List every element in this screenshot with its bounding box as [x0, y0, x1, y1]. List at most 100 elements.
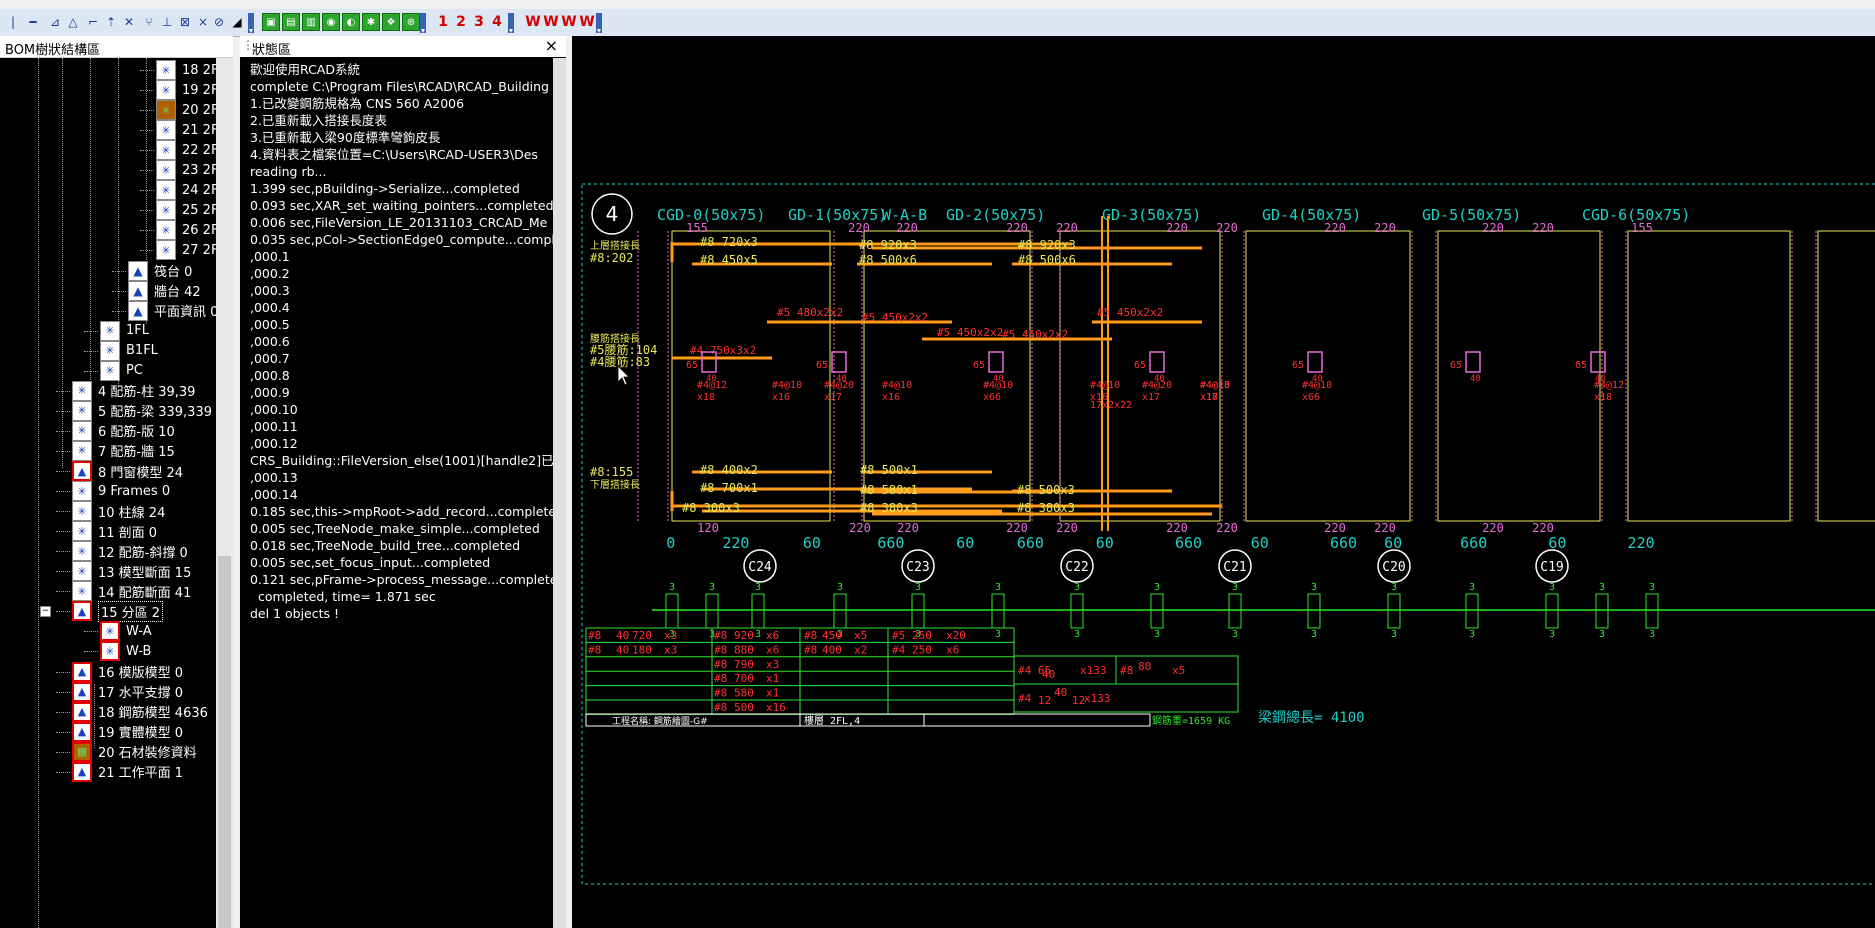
tree-item[interactable]: ▲ 17 水平支撐 0 — [72, 681, 183, 703]
w-button-4[interactable]: W — [578, 13, 596, 31]
tree-item[interactable]: ✳ 4 配筋-柱 39,39 — [72, 380, 195, 402]
tree-item[interactable]: ✳ 19 2Fl — [156, 79, 216, 101]
dimension-tick — [1545, 593, 1559, 629]
table-cell: #8 — [804, 643, 817, 656]
table-cell: 180 — [632, 643, 652, 656]
green-tool-2-icon[interactable]: ▤ — [282, 13, 300, 31]
toolbar-grip[interactable] — [596, 13, 602, 33]
w-button-2[interactable]: W — [542, 13, 560, 31]
span-dimension: 660 — [1460, 534, 1487, 552]
toolbar-grip[interactable] — [420, 13, 426, 33]
node-icon: ✳ — [72, 561, 92, 582]
tree-item[interactable]: ✳ 13 模型斷面 15 — [72, 560, 191, 582]
line-tool-icon[interactable]: | — [4, 13, 22, 31]
tree-item[interactable]: ✳ 11 剖面 0 — [72, 520, 157, 542]
dimension-tick-label: 3 — [709, 582, 715, 593]
table-cell: 40 — [616, 643, 629, 656]
tree-item[interactable]: ✳ 10 柱線 24 — [72, 500, 165, 522]
tree-item[interactable]: ✳ 7 配筋-牆 15 — [72, 440, 175, 462]
w-button-3[interactable]: W — [560, 13, 578, 31]
bom-tree[interactable]: ✳ 18 2Fl ✳ 19 2Fl ✳ 20 2Fl ✳ 21 2Fl ✳ 22 2Fl ✳ 23 2… — [0, 58, 216, 928]
pin-tool-icon[interactable]: ⊥ — [158, 13, 176, 31]
tree-item[interactable]: ✳ PC — [100, 360, 143, 382]
number-button-4[interactable]: 4 — [488, 13, 506, 31]
tree-item[interactable]: ✳ 22 2Fl — [156, 139, 216, 161]
tree-item[interactable]: ✳ 14 配筋斷面 41 — [72, 580, 191, 602]
dimension-tick-label: 3 — [1599, 629, 1605, 640]
triangle-tool-icon[interactable]: △ — [64, 13, 82, 31]
drawing-canvas[interactable]: 4 CGD-0(50x75) GD-1(50x75) W-A-B GD-2(50x75)… — [572, 36, 1875, 928]
tree-item[interactable]: ▲ 筏台 0 — [128, 260, 192, 282]
tree-item[interactable]: ✳ 26 2Fl — [156, 219, 216, 241]
dimension-tick — [1465, 593, 1479, 629]
tree-item[interactable]: ✳ 24 2Fl — [156, 179, 216, 201]
number-button-1[interactable]: 1 — [434, 13, 452, 31]
tree-item[interactable]: ✳ W-B — [100, 640, 151, 662]
toolbar-grip[interactable] — [248, 13, 254, 33]
tree-item[interactable]: ▲ 18 鋼筋模型 4636 — [72, 701, 208, 723]
tree-item[interactable]: ✳ 21 2Fl — [156, 119, 216, 141]
tree-item-label: 21 2Fl — [182, 122, 216, 138]
tree-item[interactable]: ✳ 23 2Fl — [156, 159, 216, 181]
tree-guide-line — [140, 70, 154, 71]
tree-item[interactable]: ✳ 25 2Fl — [156, 199, 216, 221]
bom-scrollbar-thumb[interactable] — [218, 556, 231, 928]
tree-item[interactable]: ▲ 19 實體模型 0 — [72, 721, 183, 743]
arrow-tool-icon[interactable]: ⇡ — [102, 13, 120, 31]
tree-item[interactable]: ✳ W-A — [100, 620, 152, 642]
cross-tool-icon[interactable]: ✕ — [120, 13, 138, 31]
close-icon[interactable]: × — [545, 36, 558, 55]
fill-triangle-icon[interactable]: ◢ — [228, 13, 246, 31]
number-button-3[interactable]: 3 — [470, 13, 488, 31]
top-rebar-label: #8 920x3 — [859, 238, 917, 252]
tree-item[interactable]: ✳ 18 2Fl — [156, 59, 216, 81]
status-log-line: 1.399 sec,pBuilding->Serialize...complet… — [250, 181, 520, 196]
corner-tool-icon[interactable]: ⌐ — [84, 13, 102, 31]
w-button-1[interactable]: W — [524, 13, 542, 31]
green-tool-3-icon[interactable]: ▥ — [302, 13, 320, 31]
tree-item[interactable]: ▲ 牆台 42 — [128, 280, 201, 302]
green-tool-4-icon[interactable]: ◉ — [322, 13, 340, 31]
tree-item[interactable]: ✳ 27 2Fl — [156, 239, 216, 261]
hline-tool-icon[interactable]: ━ — [24, 13, 42, 31]
lock-tool-icon[interactable]: ⊘ — [210, 13, 228, 31]
bottom-dimension: 220 — [1006, 521, 1028, 535]
drawing-svg[interactable]: 4 CGD-0(50x75) GD-1(50x75)W-A-B GD-2(50x75)… — [572, 36, 1875, 928]
green-tool-6-icon[interactable]: ✱ — [362, 13, 380, 31]
collapse-icon[interactable]: − — [40, 606, 51, 618]
dimension-tick-label: 3 — [1154, 582, 1160, 593]
tree-item[interactable]: ✳ 5 配筋-梁 339,339 — [72, 400, 212, 422]
green-tool-1-icon[interactable]: ▣ — [262, 13, 280, 31]
tree-item[interactable]: ✳ 20 2Fl — [156, 99, 216, 121]
tree-item[interactable]: ▲ 15 分區 2 — [72, 600, 164, 622]
toolbar-grip[interactable] — [508, 13, 514, 33]
number-button-2[interactable]: 2 — [452, 13, 470, 31]
status-scrollbar[interactable] — [553, 58, 566, 928]
green-tool-7-icon[interactable]: ❖ — [382, 13, 400, 31]
stirrup-spacing-label: x16 — [882, 392, 900, 403]
box-cross-tool-icon[interactable]: ⊠ — [176, 13, 194, 31]
bottom-dimension: 220 — [1374, 521, 1396, 535]
tree-item[interactable]: ✳ B1FL — [100, 340, 158, 362]
dimension-tick-label: 3 — [915, 582, 921, 593]
tree-item[interactable]: ✳ 6 配筋-版 10 — [72, 420, 175, 442]
green-tool-8-icon[interactable]: ⊕ — [402, 13, 420, 31]
angle-tool-icon[interactable]: ⊿ — [46, 13, 64, 31]
bottom-dimension: 220 — [1056, 521, 1078, 535]
table-cell: 720 — [632, 629, 652, 642]
tree-item[interactable]: ✳ 12 配筋-斜撐 0 — [72, 540, 188, 562]
bottom-rebar-label: #8 580x1 — [860, 483, 918, 497]
tree-item[interactable]: ▲ 8 門窗模型 24 — [72, 460, 183, 482]
green-tool-5-icon[interactable]: ◐ — [342, 13, 360, 31]
tree-item[interactable]: ▲ 21 工作平面 1 — [72, 761, 183, 783]
fork-tool-icon[interactable]: ⑂ — [140, 13, 158, 31]
tree-item[interactable]: ✳ 1FL — [100, 320, 149, 342]
bottom-dimension: 220 — [1166, 521, 1188, 535]
tree-item[interactable]: ▦ 20 石材裝修資料 — [72, 741, 197, 763]
tree-item[interactable]: ✳ 9 Frames 0 — [72, 480, 170, 502]
tree-item[interactable]: ▲ 平面資訊 0 — [128, 300, 216, 322]
total-length: 梁鋼總長= 4100 — [1258, 709, 1365, 726]
beam-span-outline — [863, 230, 1031, 522]
tree-item[interactable]: ▲ 16 模版模型 0 — [72, 661, 183, 683]
tree-item-label: 15 分區 2 — [98, 600, 164, 622]
